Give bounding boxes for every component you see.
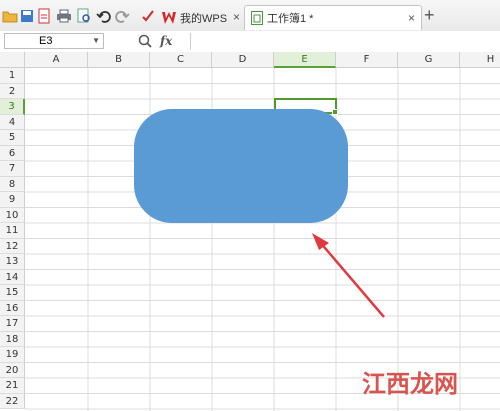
redo-icon[interactable] <box>114 8 130 24</box>
print-preview-icon[interactable] <box>76 8 92 24</box>
fx-label[interactable]: fx <box>160 34 172 48</box>
close-tab-icon[interactable]: × <box>233 10 240 24</box>
toolbar: 我的WPS × 工作簿1 * × + <box>0 0 500 32</box>
chevron-down-icon[interactable]: ▼ <box>92 34 100 48</box>
close-tab-icon[interactable]: × <box>408 11 415 25</box>
zoom-icon[interactable] <box>138 34 152 48</box>
spreadsheet-doc-icon <box>251 11 263 25</box>
wps-logo-icon <box>162 11 176 24</box>
undo-icon[interactable] <box>96 8 112 24</box>
formula-input[interactable] <box>190 33 500 50</box>
watermark-text: 江西龙网 <box>362 370 458 398</box>
red-arrow-annotation <box>312 233 385 318</box>
name-box[interactable]: E3 ▼ <box>4 33 104 49</box>
save-icon[interactable] <box>19 8 35 24</box>
spreadsheet-grid[interactable]: ABCDEFGH 1 2 3 4 5 6 7 8 9 10 11 12 13 14 15 16 17 18 19 20… <box>0 52 500 411</box>
open-folder-icon[interactable] <box>2 8 18 24</box>
formula-bar: E3 ▼ fx <box>0 31 500 53</box>
tab-label: 我的WPS <box>180 12 228 25</box>
name-box-value: E3 <box>39 35 53 47</box>
tab-label: 工作簿1 * <box>267 13 314 25</box>
tab-my-wps[interactable]: 我的WPS × <box>158 5 242 30</box>
tab-workbook[interactable]: 工作簿1 * × <box>244 5 422 30</box>
print-icon[interactable] <box>56 8 72 24</box>
export-pdf-icon[interactable] <box>36 8 52 24</box>
format-painter-icon[interactable] <box>140 8 156 24</box>
new-tab-button[interactable]: + <box>424 6 435 24</box>
